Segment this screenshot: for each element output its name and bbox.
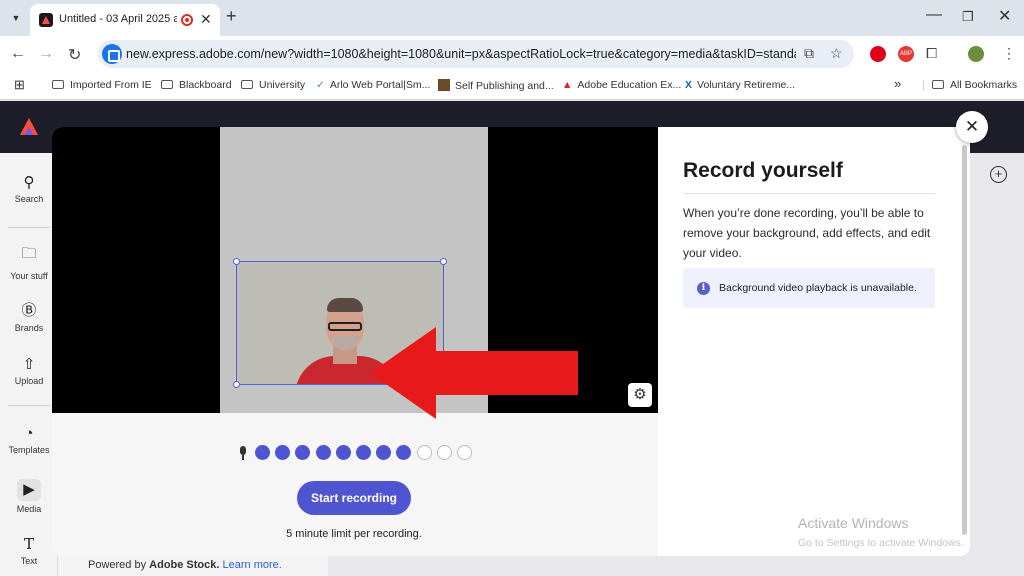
add-page-icon[interactable]: + [990, 166, 1007, 183]
cast-icon[interactable]: ⧉ [804, 45, 814, 62]
folder-icon [241, 80, 253, 89]
forward-icon[interactable]: → [38, 45, 54, 63]
minimize-icon[interactable]: — [926, 6, 942, 24]
adblock-extension-icon[interactable]: ABP [898, 46, 914, 62]
sidebar-divider [8, 405, 50, 406]
dialog-title: Record yourself [683, 159, 843, 182]
browser-toolbar: ← → ↻ new.express.adobe.com/new?width=10… [0, 36, 1024, 72]
sidebar-item-media[interactable]: ▶ Media [0, 479, 58, 514]
reload-icon[interactable]: ↻ [68, 45, 81, 65]
sidebar-item-search[interactable]: ⚲ Search [0, 173, 58, 204]
microphone-icon [238, 446, 247, 460]
bookmark-university[interactable]: University [241, 79, 305, 91]
activate-windows-title: Activate Windows [798, 515, 909, 531]
person-hair [327, 298, 363, 312]
opera-extension-icon[interactable] [870, 46, 886, 62]
resize-handle-bottom-left[interactable] [233, 381, 240, 388]
browser-menu-icon[interactable]: ⋮ [1002, 45, 1016, 62]
bookmark-voluntary[interactable]: X Voluntary Retireme... [685, 79, 795, 91]
audio-level-dot [376, 445, 392, 460]
browser-tab[interactable]: Untitled - 03 April 2025 at 1 ✕ [30, 4, 220, 36]
bookmark-self-publishing[interactable]: Self Publishing and... [438, 79, 554, 92]
audio-level-dot [275, 445, 291, 460]
tab-strip: ▼ Untitled - 03 April 2025 at 1 ✕ + — ❐ … [0, 0, 1024, 36]
recording-indicator-icon [181, 14, 193, 26]
dialog-close-icon[interactable]: ✕ [956, 111, 988, 143]
folder-icon [52, 80, 64, 89]
audio-level-dot [335, 445, 351, 460]
bookmark-imported[interactable]: Imported From IE [52, 79, 152, 91]
resize-handle-top-right[interactable] [440, 258, 447, 265]
red-arrow-annotation [370, 327, 578, 419]
audio-level-dot [457, 445, 472, 460]
profile-avatar-icon[interactable] [968, 46, 984, 62]
app-sidebar: ⚲ Search 🗀 Your stuff Ⓑ Brands ⇧ Upload … [0, 153, 58, 576]
recording-controls: Start recording 5 minute limit per recor… [52, 413, 658, 556]
upload-icon: ⇧ [22, 356, 36, 373]
person-glasses [328, 322, 362, 331]
dialog-scrollbar[interactable] [962, 145, 967, 535]
notice-text: Background video playback is unavailable… [719, 282, 917, 294]
audio-level-dot [416, 445, 432, 460]
bookmarks-overflow[interactable]: » [894, 76, 901, 91]
bookmark-arlo[interactable]: ✓ Arlo Web Portal|Sm... [316, 79, 430, 91]
site-info-icon[interactable] [102, 44, 122, 64]
bookmarks-separator: | [922, 79, 925, 91]
stock-attribution: Powered by Adobe Stock. Learn more. [58, 555, 328, 576]
extensions-puzzle-icon[interactable]: ⧠ [926, 45, 937, 62]
sidebar-divider [8, 227, 50, 228]
folder-icon [161, 80, 173, 89]
bookmark-blackboard[interactable]: Blackboard [161, 79, 232, 91]
audio-level-dot [396, 445, 412, 460]
tab-search-icon[interactable]: ▼ [6, 8, 26, 28]
learn-more-link[interactable]: Learn more. [223, 559, 282, 571]
book-icon [438, 79, 450, 91]
sidebar-item-brands[interactable]: Ⓑ Brands [0, 299, 58, 333]
all-bookmarks[interactable]: All Bookmarks [932, 79, 1017, 91]
arlo-icon: ✓ [316, 79, 325, 91]
dialog-description: When you’re done recording, you’ll be ab… [683, 206, 931, 260]
restore-icon[interactable]: ❐ [962, 9, 974, 25]
folder-icon [932, 80, 944, 89]
playback-notice: i Background video playback is unavailab… [683, 268, 935, 308]
camera-settings-gear-icon[interactable]: ⚙ [628, 383, 652, 407]
adobe-express-logo-icon[interactable] [18, 116, 40, 138]
bookmark-star-icon[interactable]: ☆ [830, 45, 843, 62]
window-close-icon[interactable]: ✕ [998, 6, 1011, 26]
title-divider [683, 193, 935, 194]
audio-level-dot [436, 445, 452, 460]
audio-level-dot [295, 445, 311, 460]
address-bar[interactable]: new.express.adobe.com/new?width=1080&hei… [98, 40, 854, 68]
adobe-express-favicon-icon [39, 13, 53, 27]
sidebar-item-upload[interactable]: ⇧ Upload [0, 355, 58, 386]
search-icon: ⚲ [23, 174, 35, 191]
apps-grid-icon[interactable]: ⊞ [14, 77, 25, 93]
folder-icon: 🗀 [21, 245, 37, 262]
resize-handle-top-left[interactable] [233, 258, 240, 265]
audio-level-dot [315, 445, 331, 460]
new-tab-icon[interactable]: + [226, 6, 237, 27]
info-icon: i [697, 282, 710, 295]
bookmarks-bar: ⊞ Imported From IE Blackboard University… [0, 72, 1024, 100]
templates-icon: ◔ [24, 425, 34, 442]
text-icon: T [23, 535, 34, 553]
sidebar-item-text[interactable]: T Text [0, 535, 58, 566]
back-icon[interactable]: ← [10, 45, 26, 63]
sidebar-item-templates[interactable]: ◔ Templates [0, 425, 58, 455]
record-info-panel: Record yourself When you’re done recordi… [658, 127, 970, 556]
audio-level-dot [255, 445, 270, 460]
activate-windows-subtitle: Go to Settings to activate Windows. [798, 537, 964, 549]
url-text[interactable]: new.express.adobe.com/new?width=1080&hei… [126, 47, 796, 61]
sidebar-item-your-stuff[interactable]: 🗀 Your stuff [0, 243, 58, 281]
recording-limit-text: 5 minute limit per recording. [286, 528, 422, 540]
tab-close-icon[interactable]: ✕ [200, 11, 212, 28]
bookmark-adobe-education[interactable]: ▲ Adobe Education Ex... [562, 79, 681, 91]
start-recording-button[interactable]: Start recording [297, 481, 411, 515]
audio-level-dot [356, 445, 371, 460]
adobe-logo-icon: ▲ [562, 79, 573, 91]
tab-title: Untitled - 03 April 2025 at 1 [59, 13, 177, 25]
x-logo-icon: X [685, 79, 693, 91]
media-icon: ▶ [17, 479, 41, 501]
brand-icon: Ⓑ [21, 302, 37, 319]
